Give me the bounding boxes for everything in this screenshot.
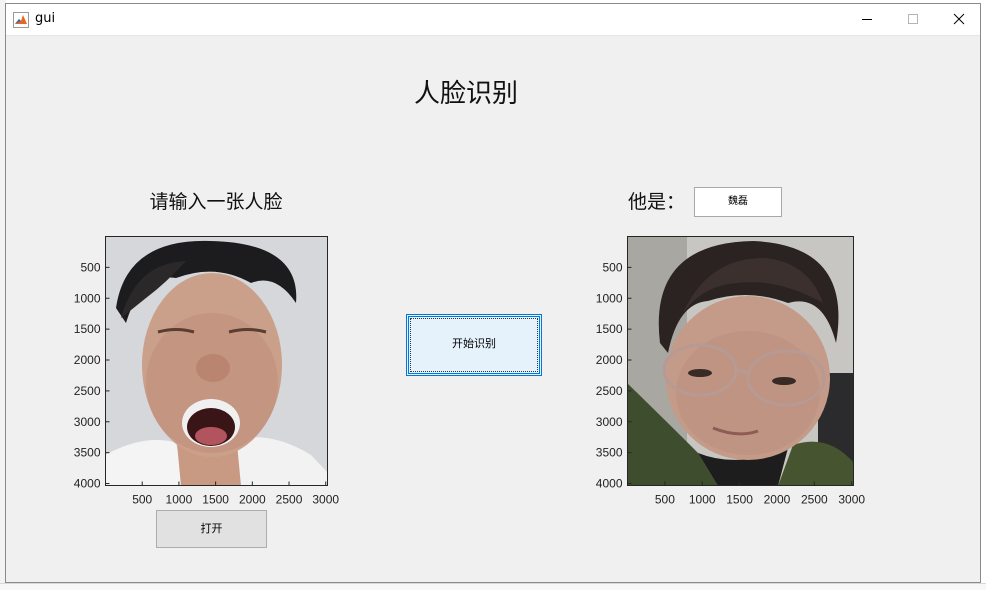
- x-tick-label: 500: [655, 493, 675, 507]
- y-tick-label: 2000: [74, 353, 101, 367]
- x-tick-label: 1000: [166, 493, 193, 507]
- y-tick-label: 3000: [74, 415, 101, 429]
- open-button[interactable]: 打开: [156, 510, 267, 548]
- y-tick-label: 2000: [596, 353, 623, 367]
- minimize-button[interactable]: [844, 4, 890, 35]
- start-recognition-button[interactable]: 开始识别: [406, 314, 542, 376]
- y-tick-label: 1500: [596, 322, 623, 336]
- x-tick-label: 2000: [764, 493, 791, 507]
- matlab-icon: [13, 12, 29, 28]
- result-label: 他是：: [628, 191, 686, 213]
- page-title: 人脸识别: [413, 79, 518, 109]
- figure-area: 人脸识别 请输入一张人脸 他是： 魏磊 500 1000 1500 2000 2…: [6, 35, 980, 583]
- y-tick-label: 3500: [596, 446, 623, 460]
- window-title: gui: [35, 11, 56, 26]
- y-tick-label: 2500: [596, 384, 623, 398]
- minimize-icon: [862, 19, 872, 20]
- result-image-svg: 500 1000 1500 2000 2500 3000 3500 4000 500 1000 1…: [596, 236, 865, 507]
- input-axes-y-ticks: 500 1000 1500 2000 2500 3000 3500 4000: [74, 260, 110, 491]
- title-bar[interactable]: gui: [6, 4, 980, 36]
- result-face-photo: [627, 236, 854, 486]
- y-tick-label: 2500: [74, 384, 101, 398]
- y-tick-label: 500: [602, 260, 622, 274]
- x-tick-label: 500: [132, 493, 152, 507]
- x-tick-label: 2500: [276, 493, 303, 507]
- input-image-svg: 500 1000 1500 2000 2500 3000 3500 4000 500 1000 1…: [74, 236, 339, 507]
- input-face-label: 请输入一张人脸: [149, 191, 283, 213]
- result-axes-y-ticks: 500 1000 1500 2000 2500 3000 3500 4000: [596, 260, 632, 491]
- gui-window: gui 人脸识别 请输入一张人脸 他是： 魏磊 500 1000 1500 20…: [5, 3, 981, 583]
- focus-ring: [410, 318, 538, 372]
- x-tick-label: 3000: [312, 493, 339, 507]
- x-tick-label: 2000: [239, 493, 266, 507]
- y-tick-label: 4000: [74, 477, 101, 491]
- maximize-icon: [908, 14, 918, 24]
- maximize-button[interactable]: [890, 4, 936, 35]
- x-tick-label: 2500: [801, 493, 828, 507]
- input-face-photo: [105, 236, 328, 486]
- y-tick-label: 4000: [596, 477, 623, 491]
- result-image-axes: 500 1000 1500 2000 2500 3000 3500 4000 500 1000 1…: [588, 233, 878, 513]
- input-image-axes: 500 1000 1500 2000 2500 3000 3500 4000 500 1000 1…: [66, 233, 356, 513]
- y-tick-label: 1000: [596, 291, 623, 305]
- x-tick-label: 1500: [726, 493, 753, 507]
- x-tick-label: 1000: [689, 493, 716, 507]
- y-tick-label: 3500: [74, 446, 101, 460]
- x-tick-label: 1500: [202, 493, 229, 507]
- close-button[interactable]: [936, 4, 982, 35]
- y-tick-label: 3000: [596, 415, 623, 429]
- y-tick-label: 1000: [74, 291, 101, 305]
- close-icon: [953, 13, 965, 25]
- x-tick-label: 3000: [838, 493, 865, 507]
- y-tick-label: 500: [80, 260, 100, 274]
- y-tick-label: 1500: [74, 322, 101, 336]
- result-text-field: 魏磊: [694, 187, 782, 217]
